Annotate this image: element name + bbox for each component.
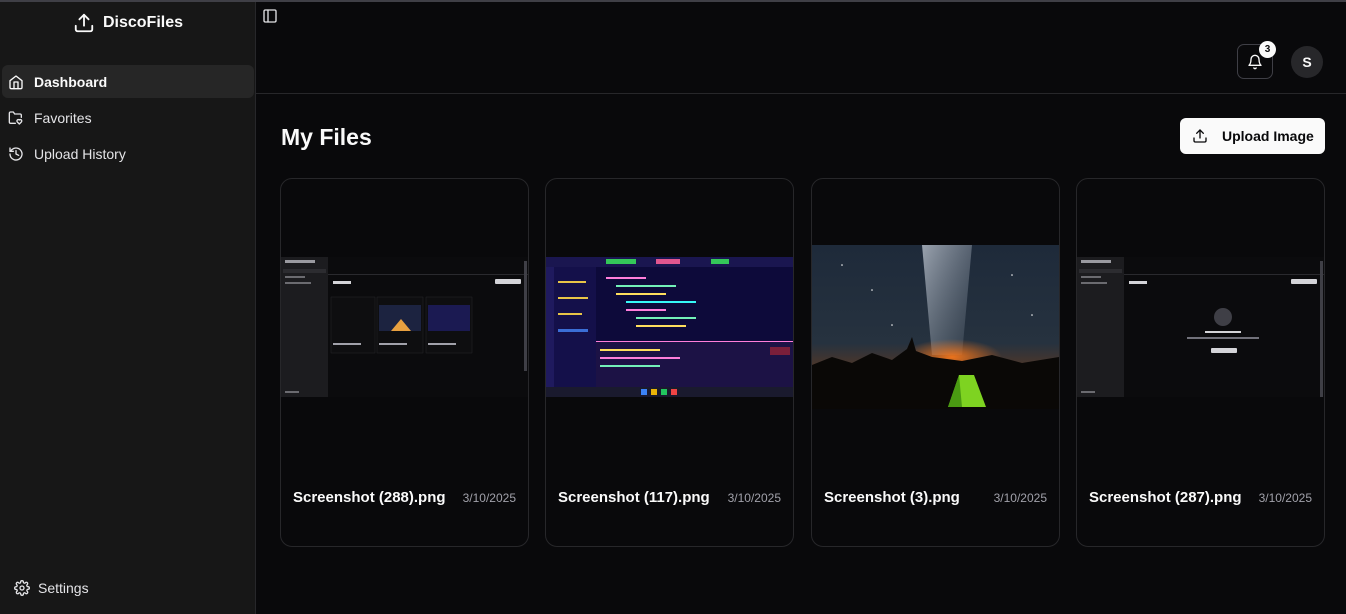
sidebar-item-label: Dashboard (34, 73, 108, 90)
file-date: 3/10/2025 (727, 491, 781, 505)
file-card[interactable]: Screenshot (117).png 3/10/2025 (545, 178, 794, 547)
page-title: My Files (281, 124, 372, 150)
sidebar-toggle-icon[interactable] (262, 8, 278, 24)
brand[interactable]: DiscoFiles (0, 10, 256, 36)
file-thumbnail (281, 257, 528, 397)
home-icon (9, 74, 23, 89)
file-name: Screenshot (288).png (293, 489, 446, 506)
file-thumbnail (546, 257, 793, 397)
sidebar-item-favorites[interactable]: Favorites (2, 101, 254, 134)
sidebar-nav: Dashboard Favorites Upload History (0, 65, 256, 173)
notification-badge: 3 (1259, 41, 1276, 58)
gear-icon (14, 580, 30, 596)
sidebar-item-upload-history[interactable]: Upload History (2, 137, 254, 170)
sidebar-item-dashboard[interactable]: Dashboard (2, 65, 254, 98)
file-name: Screenshot (287).png (1089, 489, 1242, 506)
file-thumbnail (812, 245, 1059, 409)
file-card[interactable]: Screenshot (3).png 3/10/2025 (811, 178, 1060, 547)
settings-button[interactable]: Settings (14, 580, 89, 596)
upload-icon (1193, 129, 1207, 143)
upload-image-button[interactable]: Upload Image (1180, 118, 1325, 154)
header-divider (256, 93, 1346, 94)
upload-icon (74, 13, 94, 33)
file-thumbnail (1077, 257, 1324, 397)
file-date: 3/10/2025 (462, 491, 516, 505)
file-card[interactable]: Screenshot (288).png 3/10/2025 (280, 178, 529, 547)
file-name: Screenshot (117).png (558, 489, 710, 506)
folder-heart-icon (8, 110, 23, 125)
history-icon (9, 146, 23, 161)
avatar[interactable]: S (1291, 46, 1323, 78)
bell-icon (1248, 54, 1262, 69)
file-date: 3/10/2025 (993, 491, 1047, 505)
sidebar: DiscoFiles Dashboard Favorites Upload Hi… (0, 2, 256, 614)
upload-button-label: Upload Image (1222, 128, 1314, 144)
file-name: Screenshot (3).png (824, 489, 960, 506)
sidebar-item-label: Upload History (34, 145, 126, 162)
brand-name: DiscoFiles (102, 14, 184, 31)
sidebar-item-label: Favorites (34, 109, 92, 126)
settings-label: Settings (38, 580, 89, 596)
file-date: 3/10/2025 (1258, 491, 1312, 505)
file-card[interactable]: Screenshot (287).png 3/10/2025 (1076, 178, 1325, 547)
